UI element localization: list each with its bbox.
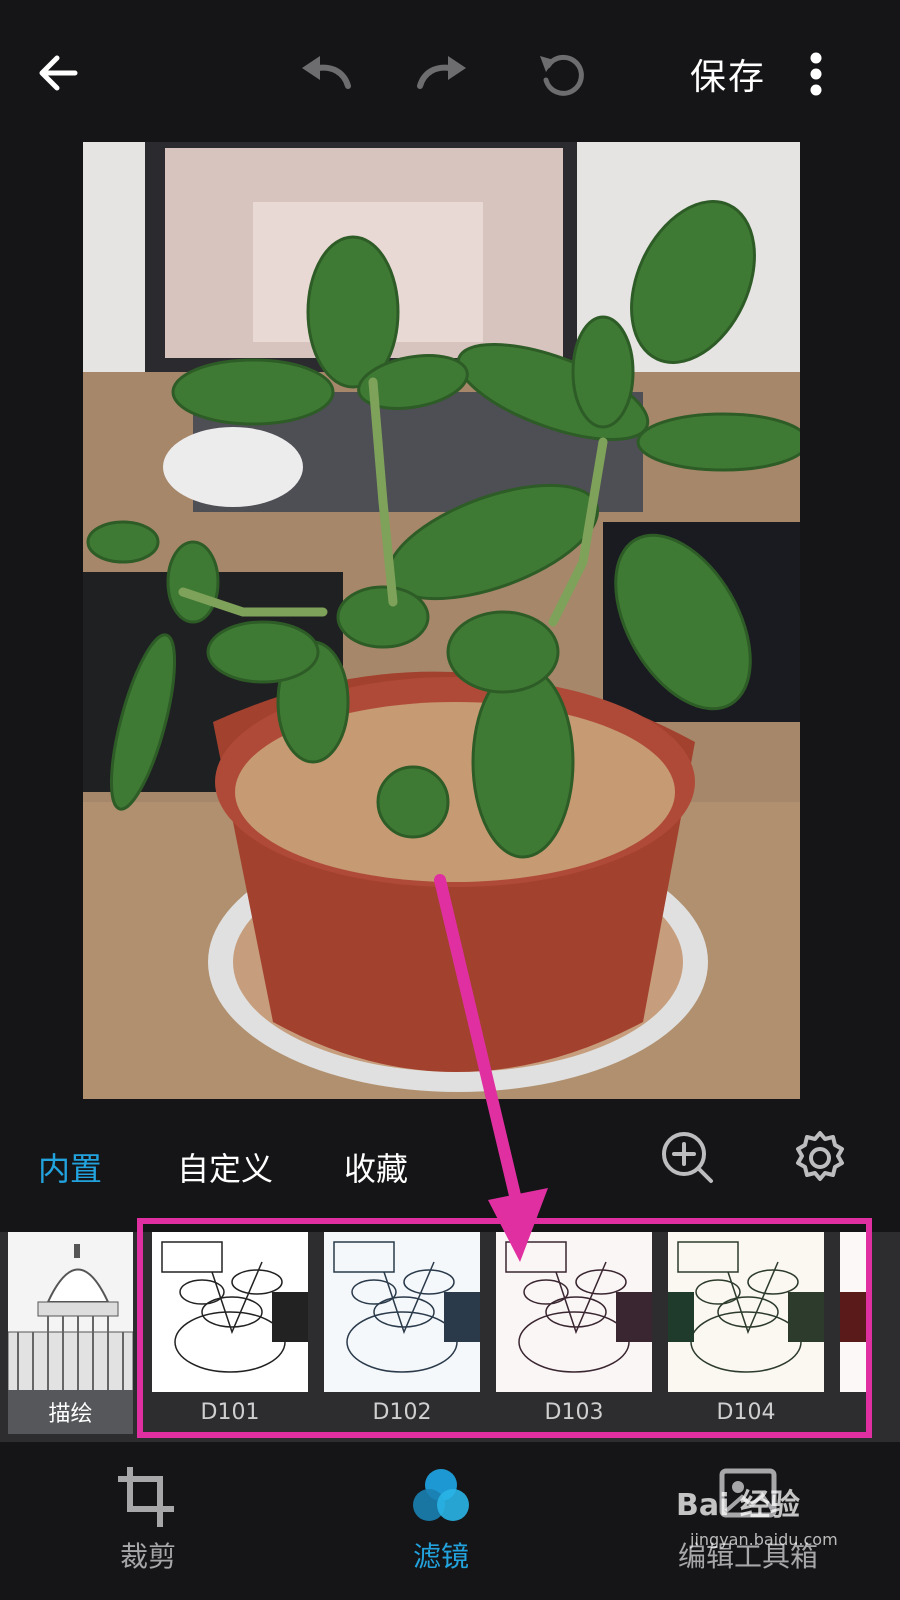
- nav-crop[interactable]: 裁剪: [68, 1455, 228, 1600]
- filter-circles-icon: [409, 1465, 473, 1529]
- filter-label-sketch: 描绘: [8, 1390, 133, 1434]
- tab-favorites[interactable]: 收藏: [344, 1144, 408, 1190]
- reset-icon[interactable]: [532, 44, 592, 104]
- nav-filter[interactable]: 滤镜: [361, 1455, 521, 1600]
- filter-label-d101: D101: [200, 1400, 260, 1425]
- top-toolbar: 保存: [0, 0, 900, 140]
- bottom-nav: 裁剪 滤镜 编辑工具箱: [0, 1455, 900, 1600]
- filter-label-d104: D104: [716, 1400, 776, 1425]
- nav-filter-label: 滤镜: [412, 1540, 469, 1573]
- undo-icon[interactable]: [292, 48, 356, 100]
- save-button[interactable]: 保存: [690, 48, 766, 100]
- filter-category-tabs: 内置 自定义 收藏: [0, 1130, 900, 1200]
- filter-thumb-partial[interactable]: [840, 1232, 870, 1392]
- redo-icon[interactable]: [412, 48, 476, 100]
- tab-builtin[interactable]: 内置: [38, 1144, 102, 1190]
- watermark-brand: Bai 经验: [676, 1488, 800, 1523]
- gear-icon[interactable]: [790, 1128, 850, 1188]
- back-arrow-icon[interactable]: [30, 45, 86, 101]
- editing-photo: [83, 142, 800, 1099]
- filter-thumb-d104[interactable]: [668, 1232, 824, 1392]
- filter-label-d102: D102: [372, 1400, 432, 1425]
- filter-thumb-d102[interactable]: [324, 1232, 480, 1392]
- filter-thumb-sketch[interactable]: [8, 1232, 133, 1392]
- filter-strip: 描绘 D101 D102 D103 D104: [0, 1232, 900, 1442]
- zoom-in-icon[interactable]: [658, 1128, 718, 1188]
- tab-custom[interactable]: 自定义: [177, 1144, 273, 1190]
- filter-thumb-d101[interactable]: [152, 1232, 308, 1392]
- crop-icon: [116, 1465, 180, 1529]
- watermark-url: jingyan.baidu.com: [690, 1530, 838, 1549]
- filter-thumb-d103[interactable]: [496, 1232, 652, 1392]
- more-vertical-icon[interactable]: [800, 44, 832, 104]
- filter-label-d103: D103: [544, 1400, 604, 1425]
- nav-tools[interactable]: 编辑工具箱: [668, 1455, 828, 1600]
- nav-crop-label: 裁剪: [119, 1540, 176, 1573]
